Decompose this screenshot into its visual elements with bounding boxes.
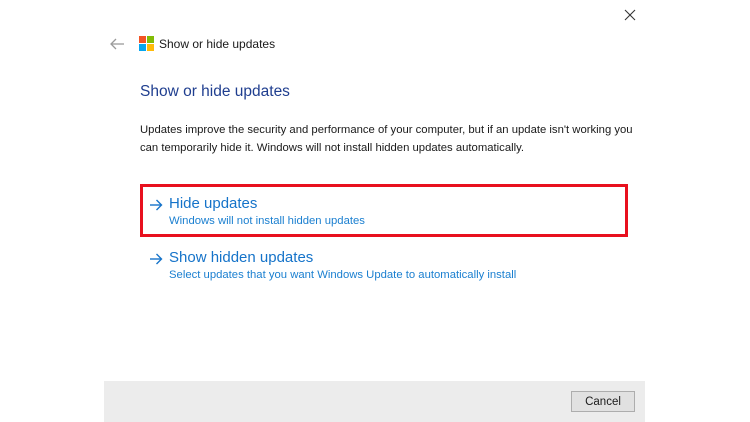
hide-updates-subtitle: Windows will not install hidden updates: [169, 215, 365, 227]
show-hidden-updates-option[interactable]: Show hidden updates Select updates that …: [140, 246, 628, 290]
show-hidden-updates-title: Show hidden updates: [169, 249, 314, 266]
page: Show or hide updates Show or hide update…: [0, 0, 750, 422]
close-icon: [624, 9, 636, 21]
window-title: Show or hide updates: [159, 37, 276, 51]
footer-bar: Cancel: [104, 381, 645, 422]
hide-updates-option[interactable]: Hide updates Windows will not install hi…: [140, 184, 628, 237]
page-heading: Show or hide updates: [140, 83, 290, 100]
troubleshooter-window: Show or hide updates Show or hide update…: [104, 0, 645, 422]
windows-logo-icon: [139, 36, 154, 51]
hide-updates-title: Hide updates: [169, 195, 258, 212]
back-button[interactable]: [109, 36, 127, 52]
show-hidden-updates-subtitle: Select updates that you want Windows Upd…: [169, 269, 517, 281]
right-arrow-icon: [150, 253, 163, 265]
right-arrow-icon: [150, 199, 163, 211]
close-button[interactable]: [619, 4, 641, 26]
back-arrow-icon: [110, 38, 124, 50]
description-text: Updates improve the security and perform…: [140, 124, 633, 154]
cancel-button[interactable]: Cancel: [571, 391, 635, 412]
